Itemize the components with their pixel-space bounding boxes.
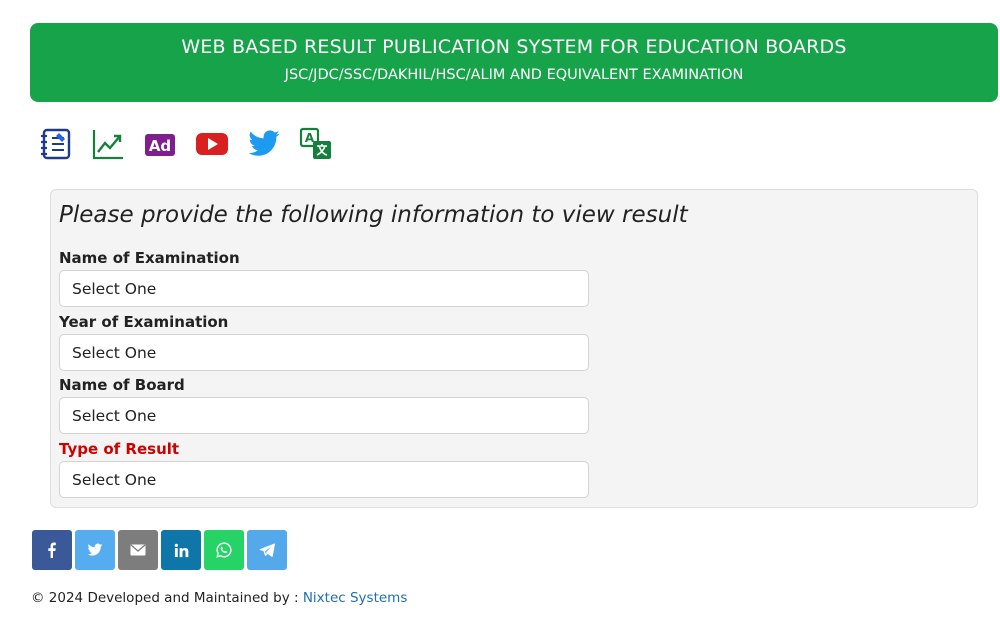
exam-name-select[interactable]: Select One xyxy=(59,270,589,307)
board-name-label: Name of Board xyxy=(59,376,185,394)
board-name-value: Select One xyxy=(72,406,157,425)
twitter-share-button[interactable] xyxy=(75,530,115,570)
email-icon xyxy=(130,544,146,556)
twitter-icon xyxy=(87,543,103,556)
header-title: WEB BASED RESULT PUBLICATION SYSTEM FOR … xyxy=(181,36,847,58)
toolbar: Ad A xyxy=(38,124,350,164)
page-header: WEB BASED RESULT PUBLICATION SYSTEM FOR … xyxy=(30,23,998,102)
twitter-icon[interactable] xyxy=(246,126,282,162)
result-type-label: Type of Result xyxy=(59,440,180,458)
exam-name-value: Select One xyxy=(72,279,157,298)
linkedin-icon xyxy=(174,543,188,557)
telegram-icon xyxy=(259,543,275,557)
result-type-select[interactable]: Select One xyxy=(59,461,589,498)
email-share-button[interactable] xyxy=(118,530,158,570)
whatsapp-share-button[interactable] xyxy=(204,530,244,570)
exam-year-value: Select One xyxy=(72,343,157,362)
ad-icon[interactable]: Ad xyxy=(142,126,178,162)
facebook-share-button[interactable] xyxy=(32,530,72,570)
linkedin-share-button[interactable] xyxy=(161,530,201,570)
result-form-panel: Please provide the following information… xyxy=(50,189,978,508)
footer: © 2024 Developed and Maintained by : Nix… xyxy=(31,590,407,606)
header-subtitle: JSC/JDC/SSC/DAKHIL/HSC/ALIM AND EQUIVALE… xyxy=(284,67,744,83)
telegram-share-button[interactable] xyxy=(247,530,287,570)
exam-year-select[interactable]: Select One xyxy=(59,334,589,371)
trending-chart-icon[interactable] xyxy=(90,126,126,162)
board-name-select[interactable]: Select One xyxy=(59,397,589,434)
share-bar xyxy=(32,530,290,570)
exam-year-label: Year of Examination xyxy=(59,313,229,331)
form-heading: Please provide the following information… xyxy=(59,202,688,228)
facebook-icon xyxy=(48,542,56,558)
developer-link[interactable]: Nixtec Systems xyxy=(303,590,408,606)
whatsapp-icon xyxy=(216,542,232,558)
youtube-icon[interactable] xyxy=(194,126,230,162)
result-type-value: Select One xyxy=(72,470,157,489)
notebook-icon[interactable] xyxy=(38,126,74,162)
translate-icon[interactable]: A xyxy=(298,126,334,162)
footer-text: © 2024 Developed and Maintained by : xyxy=(31,590,303,606)
ad-label: Ad xyxy=(149,137,171,155)
exam-name-label: Name of Examination xyxy=(59,249,240,267)
